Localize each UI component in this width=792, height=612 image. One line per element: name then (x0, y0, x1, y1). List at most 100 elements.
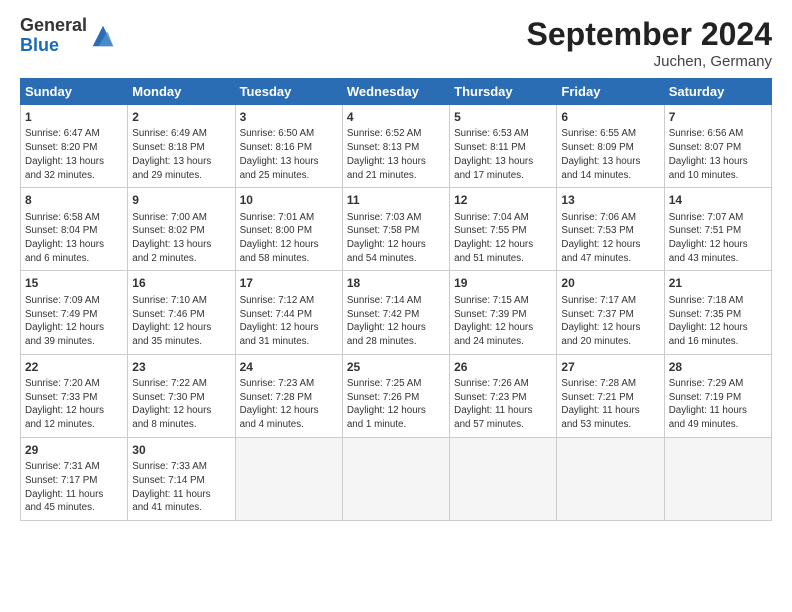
day-number: 22 (25, 359, 123, 376)
day-number: 4 (347, 109, 445, 126)
calendar-cell (664, 437, 771, 520)
calendar-cell: 6Sunrise: 6:55 AM Sunset: 8:09 PM Daylig… (557, 105, 664, 188)
day-number: 6 (561, 109, 659, 126)
calendar-cell: 9Sunrise: 7:00 AM Sunset: 8:02 PM Daylig… (128, 188, 235, 271)
day-info: Sunrise: 6:49 AM Sunset: 8:18 PM Dayligh… (132, 127, 230, 182)
day-info: Sunrise: 7:26 AM Sunset: 7:23 PM Dayligh… (454, 377, 552, 432)
calendar-cell (557, 437, 664, 520)
day-info: Sunrise: 7:23 AM Sunset: 7:28 PM Dayligh… (240, 377, 338, 432)
calendar-cell: 25Sunrise: 7:25 AM Sunset: 7:26 PM Dayli… (342, 354, 449, 437)
calendar-cell: 4Sunrise: 6:52 AM Sunset: 8:13 PM Daylig… (342, 105, 449, 188)
day-number: 1 (25, 109, 123, 126)
calendar-cell: 8 Sunrise: 6:58 AM Sunset: 8:04 PM Daylig… (21, 188, 128, 271)
calendar-week-5: 29Sunrise: 7:31 AM Sunset: 7:17 PM Dayli… (21, 437, 772, 520)
calendar-cell: 30Sunrise: 7:33 AM Sunset: 7:14 PM Dayli… (128, 437, 235, 520)
day-info: Sunrise: 7:00 AM Sunset: 8:02 PM Dayligh… (132, 211, 230, 266)
col-sunday: Sunday (21, 79, 128, 105)
day-info: Sunrise: 7:09 AM Sunset: 7:49 PM Dayligh… (25, 294, 123, 349)
day-number: 25 (347, 359, 445, 376)
calendar-cell: 27Sunrise: 7:28 AM Sunset: 7:21 PM Dayli… (557, 354, 664, 437)
col-monday: Monday (128, 79, 235, 105)
day-info: Sunrise: 7:06 AM Sunset: 7:53 PM Dayligh… (561, 211, 659, 266)
col-friday: Friday (557, 79, 664, 105)
day-number: 23 (132, 359, 230, 376)
calendar-cell: 21Sunrise: 7:18 AM Sunset: 7:35 PM Dayli… (664, 271, 771, 354)
day-info: Sunrise: 6:53 AM Sunset: 8:11 PM Dayligh… (454, 127, 552, 182)
calendar-cell: 12 Sunrise: 7:04 AM Sunset: 7:55 PM Dayli… (450, 188, 557, 271)
location: Juchen, Germany (527, 53, 772, 70)
day-info: Sunrise: 7:20 AM Sunset: 7:33 PM Dayligh… (25, 377, 123, 432)
day-number: 3 (240, 109, 338, 126)
day-info: Sunrise: 6:52 AM Sunset: 8:13 PM Dayligh… (347, 127, 445, 182)
calendar-cell (235, 437, 342, 520)
title-block: September 2024 Juchen, Germany (527, 16, 772, 70)
day-number: 17 (240, 275, 338, 292)
day-info: Sunrise: 7:25 AM Sunset: 7:26 PM Dayligh… (347, 377, 445, 432)
page: General Blue September 2024 Juchen, Germ… (0, 0, 792, 531)
calendar-cell: 19 Sunrise: 7:15 AM Sunset: 7:39 PM Dayli… (450, 271, 557, 354)
calendar-cell: 14Sunrise: 7:07 AM Sunset: 7:51 PM Dayli… (664, 188, 771, 271)
logo-icon (89, 22, 117, 50)
day-info: Sunrise: 7:22 AM Sunset: 7:30 PM Dayligh… (132, 377, 230, 432)
day-number: 16 (132, 275, 230, 292)
day-info: Sunrise: 7:15 AM Sunset: 7:39 PM Dayligh… (454, 294, 552, 349)
month-title: September 2024 (527, 16, 772, 53)
calendar-week-2: 8 Sunrise: 6:58 AM Sunset: 8:04 PM Daylig… (21, 188, 772, 271)
calendar-cell (342, 437, 449, 520)
day-number: 5 (454, 109, 552, 126)
calendar-cell: 15Sunrise: 7:09 AM Sunset: 7:49 PM Dayli… (21, 271, 128, 354)
day-number: 11 (347, 192, 445, 209)
calendar-cell: 10 Sunrise: 7:01 AM Sunset: 8:00 PM Dayli… (235, 188, 342, 271)
logo-text: General Blue (20, 16, 87, 56)
day-info: Sunrise: 6:50 AM Sunset: 8:16 PM Dayligh… (240, 127, 338, 182)
day-number: 30 (132, 442, 230, 459)
day-number: 12 (454, 192, 552, 209)
day-info: Sunrise: 7:33 AM Sunset: 7:14 PM Dayligh… (132, 460, 230, 515)
col-tuesday: Tuesday (235, 79, 342, 105)
calendar-cell: 29Sunrise: 7:31 AM Sunset: 7:17 PM Dayli… (21, 437, 128, 520)
day-number: 24 (240, 359, 338, 376)
day-number: 10 (240, 192, 338, 209)
header: General Blue September 2024 Juchen, Germ… (20, 16, 772, 70)
day-info: Sunrise: 7:04 AM Sunset: 7:55 PM Dayligh… (454, 211, 552, 266)
calendar-cell: 5Sunrise: 6:53 AM Sunset: 8:11 PM Daylig… (450, 105, 557, 188)
day-info: Sunrise: 6:55 AM Sunset: 8:09 PM Dayligh… (561, 127, 659, 182)
calendar-cell: 7Sunrise: 6:56 AM Sunset: 8:07 PM Daylig… (664, 105, 771, 188)
day-info: Sunrise: 7:28 AM Sunset: 7:21 PM Dayligh… (561, 377, 659, 432)
calendar-cell: 20Sunrise: 7:17 AM Sunset: 7:37 PM Dayli… (557, 271, 664, 354)
calendar-cell: 13Sunrise: 7:06 AM Sunset: 7:53 PM Dayli… (557, 188, 664, 271)
day-info: Sunrise: 7:29 AM Sunset: 7:19 PM Dayligh… (669, 377, 767, 432)
calendar-cell: 3Sunrise: 6:50 AM Sunset: 8:16 PM Daylig… (235, 105, 342, 188)
calendar-cell: 2Sunrise: 6:49 AM Sunset: 8:18 PM Daylig… (128, 105, 235, 188)
day-number: 26 (454, 359, 552, 376)
calendar-cell: 28Sunrise: 7:29 AM Sunset: 7:19 PM Dayli… (664, 354, 771, 437)
calendar-cell: 26Sunrise: 7:26 AM Sunset: 7:23 PM Dayli… (450, 354, 557, 437)
calendar-cell: 18 Sunrise: 7:14 AM Sunset: 7:42 PM Dayli… (342, 271, 449, 354)
day-number: 8 (25, 192, 123, 209)
day-number: 19 (454, 275, 552, 292)
calendar-cell: 17Sunrise: 7:12 AM Sunset: 7:44 PM Dayli… (235, 271, 342, 354)
calendar-cell: 24Sunrise: 7:23 AM Sunset: 7:28 PM Dayli… (235, 354, 342, 437)
day-number: 28 (669, 359, 767, 376)
day-number: 7 (669, 109, 767, 126)
col-wednesday: Wednesday (342, 79, 449, 105)
day-info: Sunrise: 7:01 AM Sunset: 8:00 PM Dayligh… (240, 211, 338, 266)
calendar-cell: 23Sunrise: 7:22 AM Sunset: 7:30 PM Dayli… (128, 354, 235, 437)
day-info: Sunrise: 7:10 AM Sunset: 7:46 PM Dayligh… (132, 294, 230, 349)
day-info: Sunrise: 7:17 AM Sunset: 7:37 PM Dayligh… (561, 294, 659, 349)
day-info: Sunrise: 7:07 AM Sunset: 7:51 PM Dayligh… (669, 211, 767, 266)
day-number: 2 (132, 109, 230, 126)
calendar-cell: 16 Sunrise: 7:10 AM Sunset: 7:46 PM Dayli… (128, 271, 235, 354)
day-number: 29 (25, 442, 123, 459)
calendar-cell (450, 437, 557, 520)
day-info: Sunrise: 7:14 AM Sunset: 7:42 PM Dayligh… (347, 294, 445, 349)
day-info: Sunrise: 6:47 AM Sunset: 8:20 PM Dayligh… (25, 127, 123, 182)
day-number: 27 (561, 359, 659, 376)
calendar-cell: 22Sunrise: 7:20 AM Sunset: 7:33 PM Dayli… (21, 354, 128, 437)
calendar-table: Sunday Monday Tuesday Wednesday Thursday… (20, 78, 772, 521)
logo-general: General (20, 15, 87, 35)
day-number: 18 (347, 275, 445, 292)
day-info: Sunrise: 6:58 AM Sunset: 8:04 PM Dayligh… (25, 211, 123, 266)
day-info: Sunrise: 7:18 AM Sunset: 7:35 PM Dayligh… (669, 294, 767, 349)
calendar-cell: 1Sunrise: 6:47 AM Sunset: 8:20 PM Daylig… (21, 105, 128, 188)
